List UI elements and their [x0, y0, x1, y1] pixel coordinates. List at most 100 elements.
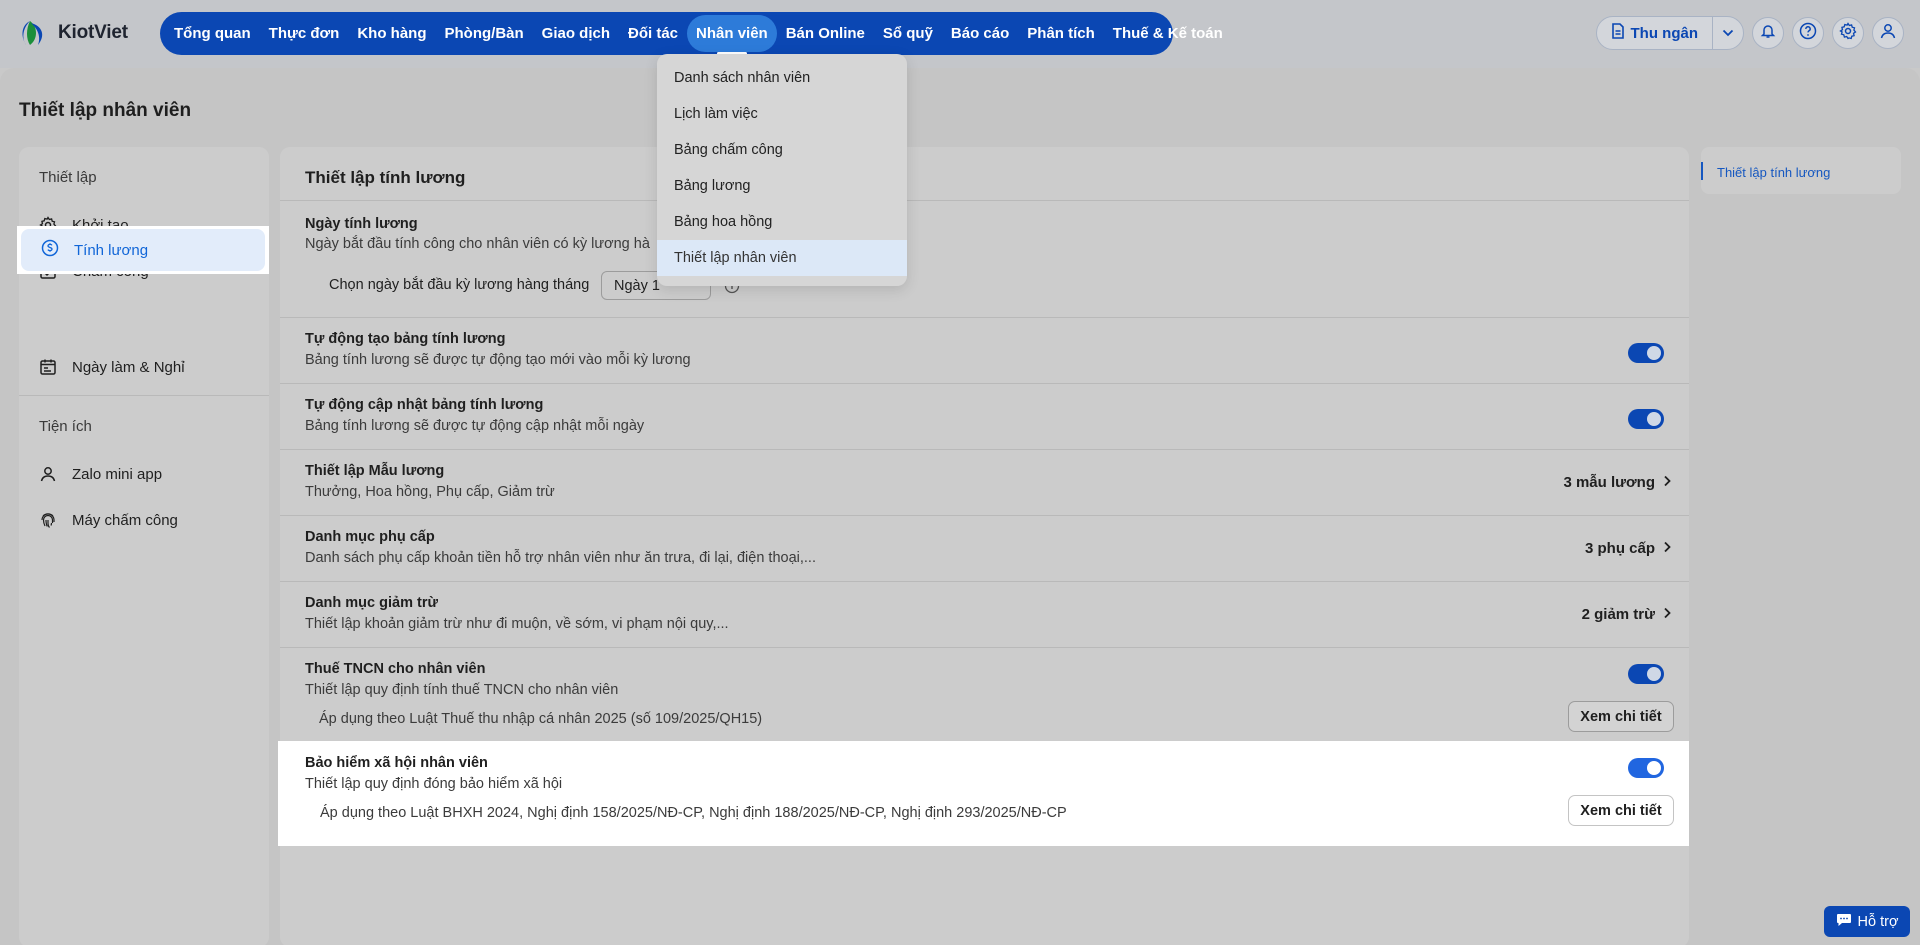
setting-social-insurance: Bảo hiểm xã hội nhân viên Thiết lập quy …	[278, 741, 1689, 846]
chevron-right-icon	[1663, 540, 1671, 557]
logo[interactable]: KiotViet	[16, 17, 128, 49]
sidebar-item-ngay-lam-nghi[interactable]: Ngày làm & Nghỉ	[19, 345, 269, 389]
setting-desc: Danh sách phụ cấp khoản tiền hỗ trợ nhân…	[305, 550, 816, 566]
auto-create-toggle[interactable]	[1628, 343, 1664, 363]
setting-desc: Thiết lập quy định tính thuế TNCN cho nh…	[305, 682, 619, 698]
setting-salary-template[interactable]: Thiết lập Mẫu lương Thưởng, Hoa hồng, Ph…	[280, 449, 1689, 515]
setting-note: Áp dụng theo Luật Thuế thu nhập cá nhân …	[319, 711, 763, 727]
nhan-vien-dropdown-menu: Danh sách nhân viên Lịch làm việc Bảng c…	[657, 54, 907, 286]
setting-value: 3 phụ cấp	[1584, 540, 1655, 557]
pay-day-select-label: Chọn ngày bắt đầu kỳ lương hàng tháng	[329, 277, 590, 293]
setting-value: 3 mẫu lương	[1563, 474, 1655, 491]
nav-phong-ban[interactable]: Phòng/Bàn	[436, 12, 533, 55]
top-bar: KiotViet Tổng quan Thực đơn Kho hàng Phò…	[0, 0, 1920, 68]
nav-thue-ke-toan[interactable]: Thuế & Kế toán	[1104, 12, 1232, 55]
nav-giao-dich[interactable]: Giao dịch	[533, 12, 619, 55]
insurance-view-detail-button[interactable]: Xem chi tiết	[1568, 795, 1674, 826]
chevron-down-icon	[1722, 24, 1734, 42]
nav-doi-tac[interactable]: Đối tác	[619, 12, 687, 55]
nav-so-quy[interactable]: Sổ quỹ	[874, 12, 942, 55]
menu-item-bang-hoa-hong[interactable]: Bảng hoa hồng	[657, 204, 907, 240]
menu-item-bang-luong[interactable]: Bảng lương	[657, 168, 907, 204]
salary-template-count: 3 mẫu lương	[1563, 474, 1671, 491]
section-anchor-panel: Thiết lập tính lương	[1701, 147, 1901, 194]
setting-title: Tự động cập nhật bảng tính lương	[305, 397, 544, 413]
setting-pay-day: Ngày tính lương Ngày bắt đầu tính công c…	[280, 200, 1689, 317]
document-icon	[1611, 23, 1625, 43]
notification-button[interactable]	[1752, 17, 1784, 49]
setting-deduction[interactable]: Danh mục giảm trừ Thiết lập khoản giảm t…	[280, 581, 1689, 647]
section-title: Thiết lập tính lương	[305, 168, 466, 187]
sidebar-item-zalo-mini-app[interactable]: Zalo mini app	[19, 452, 269, 496]
setting-auto-create: Tự động tạo bảng tính lương Bảng tính lư…	[280, 317, 1689, 383]
brand-name: KiotViet	[58, 22, 128, 43]
help-button[interactable]	[1792, 17, 1824, 49]
nav-ban-online[interactable]: Bán Online	[777, 12, 874, 55]
setting-value: 2 giảm trừ	[1581, 606, 1655, 623]
setting-title: Tự động tạo bảng tính lương	[305, 331, 506, 347]
sidebar-item-tinh-luong[interactable]: Tính lương	[17, 226, 269, 274]
sidebar-item-label: Ngày làm & Nghỉ	[72, 358, 185, 376]
deduction-count: 2 giảm trừ	[1582, 606, 1671, 623]
cashier-button[interactable]: Thu ngân	[1597, 17, 1713, 49]
setting-allowance[interactable]: Danh mục phụ cấp Danh sách phụ cấp khoản…	[280, 515, 1689, 581]
settings-button[interactable]	[1832, 17, 1864, 49]
menu-item-danh-sach-nhan-vien[interactable]: Danh sách nhân viên	[657, 60, 907, 96]
setting-desc: Thiết lập khoản giảm trừ như đi muộn, về…	[305, 616, 729, 632]
calendar-icon	[39, 358, 57, 376]
menu-item-bang-cham-cong[interactable]: Bảng chấm công	[657, 132, 907, 168]
support-label: Hỗ trợ	[1857, 913, 1899, 930]
setting-desc: Thưởng, Hoa hồng, Phụ cấp, Giảm trừ	[305, 484, 555, 500]
user-icon	[39, 465, 57, 483]
menu-item-thiet-lap-nhan-vien[interactable]: Thiết lập nhân viên	[657, 240, 907, 276]
bell-icon	[1760, 23, 1776, 44]
question-icon	[1799, 22, 1817, 45]
nav-kho-hang[interactable]: Kho hàng	[348, 12, 435, 55]
nav-nhan-vien[interactable]: Nhân viên	[687, 15, 777, 52]
sidebar-item-active-pill: Tính lương	[21, 229, 265, 271]
chevron-right-icon	[1663, 606, 1671, 623]
setting-note: Áp dụng theo Luật BHXH 2024, Nghị định 1…	[320, 805, 1067, 821]
nav-phan-tich[interactable]: Phân tích	[1018, 12, 1104, 55]
setting-title: Ngày tính lương	[305, 216, 418, 232]
sidebar-item-label: Tính lương	[74, 241, 149, 259]
allowance-count: 3 phụ cấp	[1585, 540, 1671, 557]
auto-update-toggle[interactable]	[1628, 409, 1664, 429]
header-tools: Thu ngân	[1595, 16, 1904, 50]
nav-tong-quan[interactable]: Tổng quan	[165, 12, 260, 55]
chevron-right-icon	[1663, 474, 1671, 491]
insurance-toggle[interactable]	[1628, 758, 1664, 778]
pay-day-select-value: Ngày 1	[614, 277, 660, 294]
setting-title: Danh mục phụ cấp	[305, 529, 435, 545]
support-chat-button[interactable]: Hỗ trợ	[1824, 906, 1910, 937]
account-button[interactable]	[1872, 17, 1904, 49]
setting-desc: Thiết lập quy định đóng bảo hiểm xã hội	[305, 776, 563, 792]
setting-title: Bảo hiểm xã hội nhân viên	[305, 755, 488, 771]
kiotviet-logo-icon	[16, 17, 48, 49]
setting-title: Thuế TNCN cho nhân viên	[305, 661, 486, 677]
user-icon	[1879, 22, 1897, 45]
sidebar-divider	[19, 395, 269, 396]
fingerprint-icon	[39, 511, 57, 529]
chat-icon	[1836, 913, 1852, 931]
setting-auto-update: Tự động cập nhật bảng tính lương Bảng tí…	[280, 383, 1689, 449]
anchor-link-payroll[interactable]: Thiết lập tính lương	[1717, 165, 1830, 180]
dollar-circle-icon	[41, 239, 59, 261]
setting-title: Thiết lập Mẫu lương	[305, 463, 445, 479]
sidebar-item-may-cham-cong[interactable]: Máy chấm công	[19, 498, 269, 542]
gear-icon	[1839, 21, 1857, 45]
setting-desc: Bảng tính lương sẽ được tự động cập nhật…	[305, 418, 645, 434]
cashier-label: Thu ngân	[1630, 24, 1699, 42]
page-title: Thiết lập nhân viên	[19, 100, 192, 121]
setting-tax: Thuế TNCN cho nhân viên Thiết lập quy đị…	[280, 647, 1689, 745]
sidebar-item-label: Zalo mini app	[72, 465, 163, 483]
setting-desc: Ngày bắt đầu tính công cho nhân viên có …	[305, 236, 650, 252]
tax-view-detail-button[interactable]: Xem chi tiết	[1568, 701, 1674, 732]
cashier-dropdown-button[interactable]	[1713, 17, 1743, 49]
main-nav: Tổng quan Thực đơn Kho hàng Phòng/Bàn Gi…	[160, 12, 1223, 55]
tax-toggle[interactable]	[1628, 664, 1664, 684]
nav-bao-cao[interactable]: Báo cáo	[942, 12, 1018, 55]
anchor-active-indicator	[1701, 162, 1703, 180]
menu-item-lich-lam-viec[interactable]: Lịch làm việc	[657, 96, 907, 132]
nav-thuc-don[interactable]: Thực đơn	[260, 12, 349, 55]
